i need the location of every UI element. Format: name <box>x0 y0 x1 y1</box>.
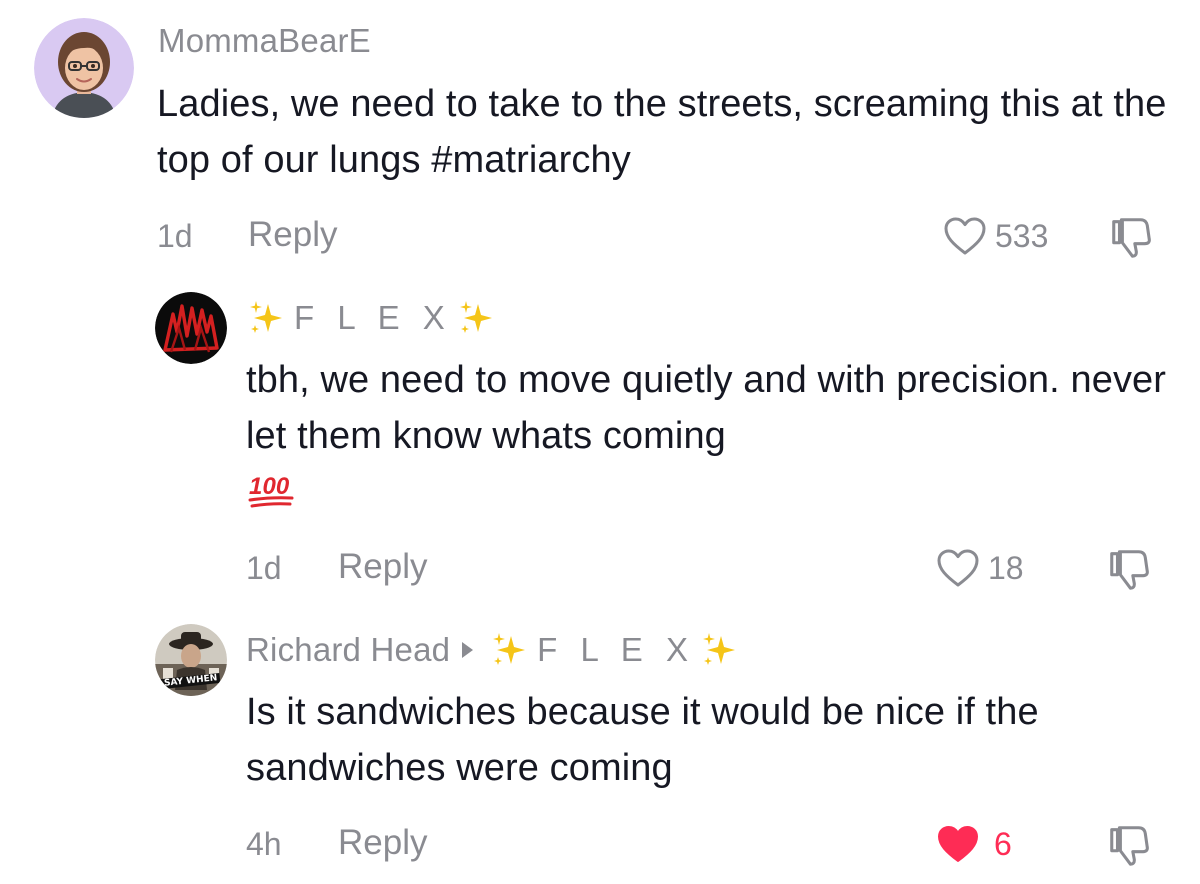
reply-to-username[interactable]: F L E X <box>537 631 695 669</box>
comment-username[interactable]: F L E X <box>246 298 496 338</box>
reply-to-arrow-icon <box>462 642 474 658</box>
heart-filled-icon <box>938 826 978 862</box>
sparkles-icon <box>699 630 739 670</box>
avatar[interactable] <box>155 292 227 364</box>
comment-username[interactable]: MommaBearE <box>158 22 371 60</box>
like-button[interactable]: 6 <box>936 824 1012 864</box>
thumbs-down-icon <box>1112 218 1151 258</box>
avatar-red-flame-icon <box>155 292 227 364</box>
comment-body: tbh, we need to move quietly and with pr… <box>246 359 1167 457</box>
comment-text: tbh, we need to move quietly and with pr… <box>246 352 1176 510</box>
avatar[interactable] <box>34 18 134 118</box>
comment-username[interactable]: Richard Head F L E X <box>246 630 739 670</box>
dislike-button[interactable] <box>1106 822 1152 868</box>
like-count: 18 <box>988 549 1024 586</box>
heart-outline-icon <box>944 217 986 255</box>
username-text[interactable]: MommaBearE <box>158 22 371 60</box>
comment-body: Is it sandwiches because it would be nic… <box>246 691 1039 789</box>
username-text[interactable]: Richard Head <box>246 631 450 669</box>
reply-button[interactable]: Reply <box>248 215 337 255</box>
thumbs-down-icon <box>1110 826 1149 866</box>
dislike-button[interactable] <box>1106 546 1152 592</box>
comment-text: Is it sandwiches because it would be nic… <box>246 684 1186 796</box>
comment-timestamp: 1d <box>157 218 193 254</box>
avatar[interactable]: SAY WHEN <box>155 624 227 696</box>
comment-body: Ladies, we need to take to the streets, … <box>157 83 1167 181</box>
reply-button[interactable]: Reply <box>338 823 427 863</box>
like-count: 6 <box>994 825 1012 862</box>
dislike-button[interactable] <box>1108 214 1154 260</box>
sparkles-icon <box>456 298 496 338</box>
comment-text: Ladies, we need to take to the streets, … <box>157 76 1167 188</box>
username-text[interactable]: F L E X <box>294 299 452 337</box>
comment-timestamp: 1d <box>246 550 282 586</box>
like-button[interactable]: 18 <box>936 548 1024 588</box>
like-button[interactable]: 533 <box>943 216 1048 256</box>
reply-button[interactable]: Reply <box>338 547 427 587</box>
heart-outline-icon <box>937 549 979 587</box>
avatar-memoji-icon <box>34 18 134 118</box>
like-count: 533 <box>995 217 1049 254</box>
sparkles-icon <box>489 630 529 670</box>
thumbs-down-icon <box>1110 550 1149 590</box>
sparkles-icon <box>246 298 286 338</box>
svg-text:100: 100 <box>249 473 290 500</box>
comment-timestamp: 4h <box>246 826 282 862</box>
hundred-points-emoji-icon: 100 <box>248 473 294 508</box>
